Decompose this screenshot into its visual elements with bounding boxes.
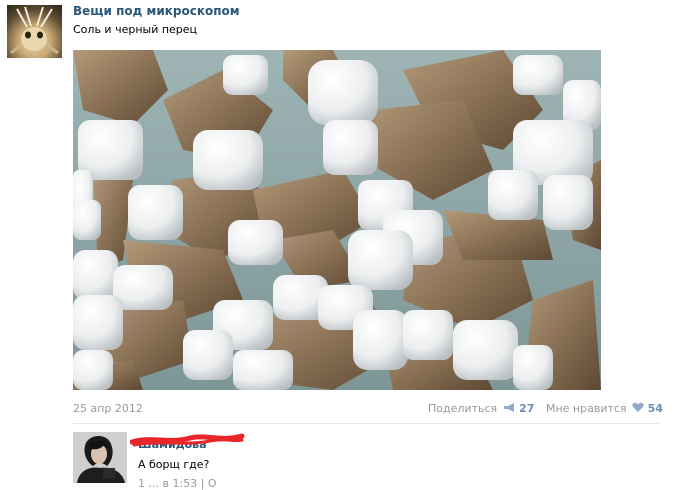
like-count: 54 (647, 402, 663, 415)
share-button[interactable]: Поделиться 27 (428, 402, 534, 415)
post-photo[interactable] (73, 50, 601, 390)
author-name-link[interactable]: Вещи под микроскопом (73, 4, 240, 18)
comment-text: А борщ где? (138, 458, 210, 471)
post-date-link[interactable]: 25 апр 2012 (73, 402, 143, 415)
person-photo-icon (73, 432, 127, 483)
heart-icon (632, 402, 644, 412)
author-avatar[interactable] (7, 5, 62, 58)
share-count: 27 (519, 402, 535, 415)
redaction-scribble (130, 433, 245, 447)
like-button[interactable]: Мне нравится 54 (546, 402, 663, 415)
wall-post: Вещи под микроскопом Соль и черный перец (0, 0, 692, 490)
post-text: Соль и черный перец (73, 23, 198, 36)
commenter-avatar[interactable] (73, 432, 127, 483)
reply-divider (73, 423, 659, 424)
megaphone-icon (503, 403, 514, 412)
insect-icon (10, 6, 59, 55)
comment-meta[interactable]: 1 ... в 1:53 | О (138, 477, 217, 490)
share-label: Поделиться (428, 402, 498, 415)
like-label: Мне нравится (546, 402, 627, 415)
salt-pepper-microscope-image (73, 50, 601, 390)
